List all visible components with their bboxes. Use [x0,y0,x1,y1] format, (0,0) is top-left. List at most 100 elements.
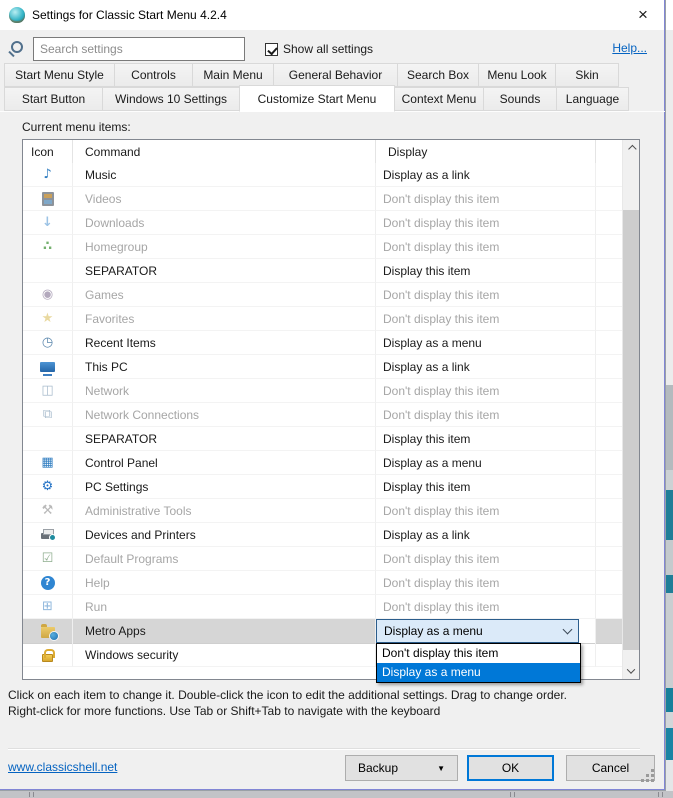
tab-start-menu-style[interactable]: Start Menu Style [4,63,115,87]
ok-button[interactable]: OK [467,755,554,781]
display-cell[interactable]: Display as a menu [376,331,596,355]
tab-search-box[interactable]: Search Box [397,63,479,87]
resize-grip[interactable] [651,779,654,782]
display-cell[interactable]: Don't display this item [376,235,596,259]
scrollbar-down-button[interactable] [623,662,639,679]
menu-item-row-metro-apps[interactable]: Metro Apps Display as a menu [23,619,622,644]
help-link[interactable]: Help... [612,41,647,55]
command-cell: Downloads [73,211,376,235]
filler-cell [596,475,622,499]
display-cell[interactable]: Display as a link [376,355,596,379]
dropdown-option-don-t-display-this-item[interactable]: Don't display this item [377,644,580,663]
tab-controls[interactable]: Controls [114,63,193,87]
display-cell[interactable]: Display as a link [376,523,596,547]
tab-windows-10-settings[interactable]: Windows 10 Settings [102,87,240,111]
menu-item-row-devices-and-printers[interactable]: Devices and Printers Display as a link [23,523,622,547]
menu-item-row-favorites[interactable]: ★ Favorites Don't display this item [23,307,622,331]
control-panel-icon[interactable]: ▦ [41,456,53,469]
tab-customize-start-menu[interactable]: Customize Start Menu [239,85,395,112]
display-cell[interactable]: Display as a link [376,163,596,187]
menu-item-row-administrative-tools[interactable]: ⚒ Administrative Tools Don't display this … [23,499,622,523]
favorites-icon[interactable]: ★ [42,312,54,325]
display-cell[interactable]: Don't display this item [376,211,596,235]
menu-item-row-run[interactable]: ⊞ Run Don't display this item [23,595,622,619]
filler-cell [596,211,622,235]
run-icon[interactable]: ⊞ [42,600,53,613]
windows-security-icon[interactable] [42,648,55,662]
downloads-icon[interactable]: ↓ [42,216,53,229]
games-icon[interactable]: ◉ [42,288,53,301]
cancel-button[interactable]: Cancel [566,755,655,781]
network-icon[interactable]: ◫ [41,384,53,397]
tab-menu-look[interactable]: Menu Look [478,63,556,87]
display-cell[interactable]: Don't display this item [376,283,596,307]
display-combobox[interactable]: Display as a menu [376,619,579,643]
menu-item-row-separator-2[interactable]: SEPARATOR Display this item [23,427,622,451]
filler-cell [596,187,622,211]
filler-cell [596,619,622,644]
menu-item-row-help[interactable]: ? Help Don't display this item [23,571,622,595]
menu-item-row-downloads[interactable]: ↓ Downloads Don't display this item [23,211,622,235]
vertical-scrollbar[interactable] [622,140,639,679]
display-cell[interactable]: Display as a menu [376,619,596,644]
menu-item-row-games[interactable]: ◉ Games Don't display this item [23,283,622,307]
display-cell[interactable]: Don't display this item [376,547,596,571]
search-input[interactable] [33,37,245,61]
icon-cell [23,259,73,283]
close-icon[interactable]: × [633,6,653,24]
menu-item-row-default-programs[interactable]: ☑ Default Programs Don't display this item [23,547,622,571]
filler-cell [596,331,622,355]
tab-context-menu[interactable]: Context Menu [394,87,484,111]
display-cell[interactable]: Don't display this item [376,403,596,427]
display-cell[interactable]: Display as a menu [376,451,596,475]
column-header-command: Command [73,140,376,163]
metro-apps-icon[interactable] [40,623,58,640]
tab-general-behavior[interactable]: General Behavior [273,63,398,87]
show-all-settings-toggle[interactable]: Show all settings [265,41,373,57]
display-cell[interactable]: Don't display this item [376,187,596,211]
display-cell[interactable]: Display this item [376,475,596,499]
menu-item-row-pc-settings[interactable]: ⚙ PC Settings Display this item [23,475,622,499]
help-icon[interactable]: ? [40,575,55,590]
titlebar[interactable]: Settings for Classic Start Menu 4.2.4 × [0,0,664,30]
icon-cell [23,187,73,211]
display-cell[interactable]: Display this item [376,427,596,451]
menu-item-row-network-connections[interactable]: ⧉ Network Connections Don't display this i… [23,403,622,427]
dropdown-option-display-as-a-menu[interactable]: Display as a menu [377,663,580,682]
scrollbar-up-button[interactable] [623,140,639,157]
display-cell[interactable]: Don't display this item [376,499,596,523]
videos-icon[interactable] [41,191,54,206]
show-all-settings-checkbox[interactable] [265,42,278,56]
scrollbar-thumb[interactable] [623,210,639,650]
menu-item-row-recent-items[interactable]: ◷ Recent Items Display as a menu [23,331,622,355]
tab-sounds[interactable]: Sounds [483,87,557,111]
display-cell[interactable]: Display this item [376,259,596,283]
classicshell-website-link[interactable]: www.classicshell.net [8,760,117,774]
devices-and-printers-icon[interactable] [41,529,56,541]
recent-items-icon[interactable]: ◷ [42,336,53,349]
display-cell[interactable]: Don't display this item [376,307,596,331]
pc-settings-icon[interactable]: ⚙ [42,480,54,493]
tab-language[interactable]: Language [556,87,629,111]
icon-cell: ⧉ [23,403,73,427]
menu-item-row-control-panel[interactable]: ▦ Control Panel Display as a menu [23,451,622,475]
default-programs-icon[interactable]: ☑ [42,552,54,565]
menu-item-row-separator-1[interactable]: SEPARATOR Display this item [23,259,622,283]
menu-item-row-network[interactable]: ◫ Network Don't display this item [23,379,622,403]
music-icon[interactable]: ♪ [43,168,51,181]
display-cell[interactable]: Don't display this item [376,571,596,595]
menu-item-row-videos[interactable]: Videos Don't display this item [23,187,622,211]
display-cell[interactable]: Don't display this item [376,595,596,619]
homegroup-icon[interactable]: ∴ [43,240,52,253]
menu-item-row-music[interactable]: ♪ Music Display as a link [23,163,622,187]
network-connections-icon[interactable]: ⧉ [43,408,52,421]
tab-main-menu[interactable]: Main Menu [192,63,274,87]
display-cell[interactable]: Don't display this item [376,379,596,403]
tab-start-button[interactable]: Start Button [4,87,103,111]
this-pc-icon[interactable] [40,361,55,376]
administrative-tools-icon[interactable]: ⚒ [42,504,54,517]
backup-button[interactable]: Backup ▼ [345,755,458,781]
menu-item-row-this-pc[interactable]: This PC Display as a link [23,355,622,379]
tab-skin[interactable]: Skin [555,63,619,87]
menu-item-row-homegroup[interactable]: ∴ Homegroup Don't display this item [23,235,622,259]
